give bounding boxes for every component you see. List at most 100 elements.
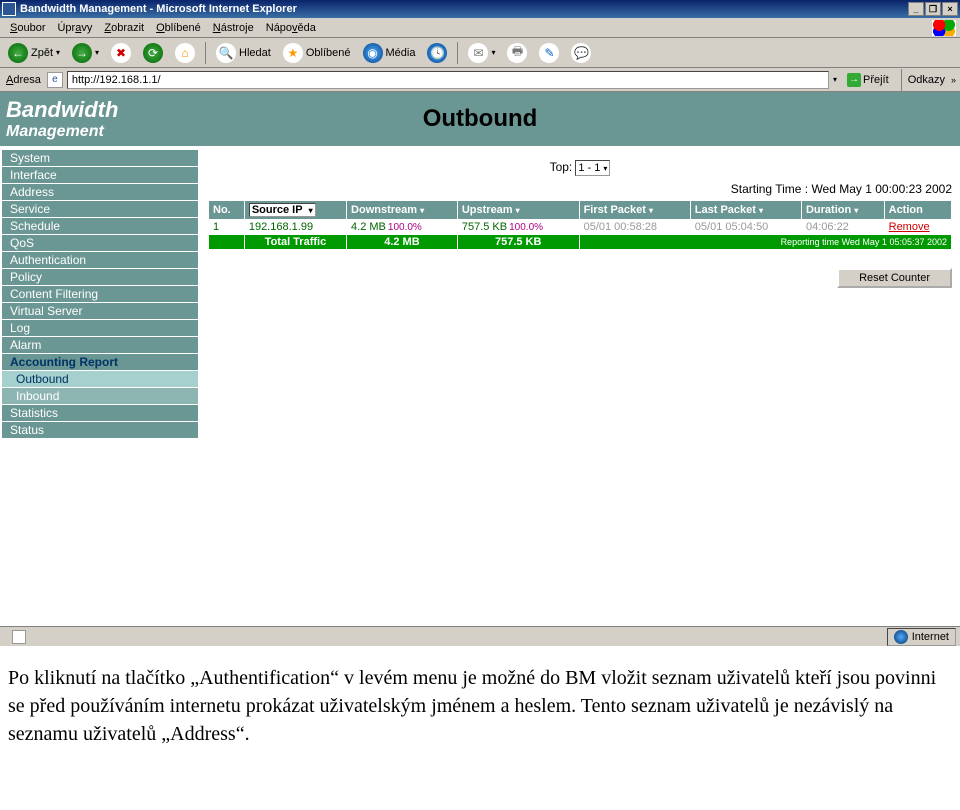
sidebar-item-system[interactable]: System [2,150,198,166]
top-row: Top: 1 - 1 ▾ [208,154,952,180]
close-button[interactable]: × [942,2,958,16]
status-zone: Internet [887,628,956,646]
chevron-down-icon[interactable]: ▾ [833,75,837,84]
sidebar-item-log[interactable]: Log [2,320,198,336]
page-icon [12,630,26,644]
go-button[interactable]: → Přejít [841,71,895,89]
refresh-button[interactable]: ⟳ [139,41,167,65]
restore-button[interactable]: ❐ [925,2,941,16]
page-icon: e [47,72,63,88]
menu-napoveda[interactable]: Nápověda [260,20,322,36]
forward-button[interactable]: → ▾ [68,41,103,65]
window-title: Bandwidth Management - Microsoft Interne… [20,3,297,15]
menu-oblibene[interactable]: Oblíbené [150,20,207,36]
cell-ip: 192.168.1.99 [245,220,346,234]
sidebar-item-status[interactable]: Status [2,422,198,438]
menu-nastroje[interactable]: Nástroje [207,20,260,36]
address-label: Adresa [4,74,43,86]
reporting-time: Reporting time Wed May 1 05:05:37 2002 [580,235,951,249]
total-down: 4.2 MB [347,235,457,249]
brand-line2: Management [6,123,200,141]
cell-first: 05/01 00:58:28 [580,220,690,234]
starting-time: Starting Time : Wed May 1 00:00:23 2002 [208,180,952,200]
col-action: Action [885,201,951,219]
print-icon: 🖶 [507,43,527,63]
status-bar: Internet [0,626,960,646]
sidebar-item-schedule[interactable]: Schedule [2,218,198,234]
links-expand-icon[interactable]: » [949,75,956,85]
zone-label: Internet [912,631,949,643]
sidebar-item-virtual-server[interactable]: Virtual Server [2,303,198,319]
sidebar-item-authentication[interactable]: Authentication [2,252,198,268]
stop-button[interactable]: ✖ [107,41,135,65]
edit-button[interactable]: ✎ [535,41,563,65]
sidebar-item-interface[interactable]: Interface [2,167,198,183]
col-source: Source IP ▾ [245,201,346,219]
chevron-down-icon: ▾ [56,48,60,57]
top-select[interactable]: 1 - 1 ▾ [575,160,610,176]
back-button[interactable]: ← Zpět ▾ [4,41,64,65]
stop-icon: ✖ [111,43,131,63]
content-area: Top: 1 - 1 ▾ Starting Time : Wed May 1 0… [200,146,960,626]
sidebar-item-content-filtering[interactable]: Content Filtering [2,286,198,302]
page-title: Outbound [200,105,760,133]
total-label: Total Traffic [245,235,346,249]
search-button[interactable]: 🔍 Hledat [212,41,275,65]
minimize-button[interactable]: _ [908,2,924,16]
discuss-button[interactable]: 💬 [567,41,595,65]
home-button[interactable]: ⌂ [171,41,199,65]
sort-icon: ▾ [854,206,858,215]
sidebar-item-qos[interactable]: QoS [2,235,198,251]
col-first-packet[interactable]: First Packet ▾ [580,201,690,219]
back-icon: ← [8,43,28,63]
print-button[interactable]: 🖶 [503,41,531,65]
page-header: Bandwidth Management Outbound [0,92,960,146]
status-left [6,629,32,645]
menu-upravy[interactable]: Úpravy [51,20,98,36]
menu-zobrazit[interactable]: Zobrazit [98,20,150,36]
col-duration[interactable]: Duration ▾ [802,201,884,219]
col-upstream[interactable]: Upstream ▾ [458,201,579,219]
sidebar: System Interface Address Service Schedul… [0,146,200,626]
separator [205,42,206,64]
go-icon: → [847,73,861,87]
remove-link[interactable]: Remove [885,220,951,234]
mail-icon: ✉ [468,43,488,63]
search-label: Hledat [239,47,271,59]
media-label: Média [386,47,416,59]
sidebar-item-service[interactable]: Service [2,201,198,217]
chevron-down-icon: ▾ [309,206,313,215]
menu-bar: Soubor Úpravy Zobrazit Oblíbené Nástroje… [0,18,960,38]
links-label[interactable]: Odkazy [908,74,945,86]
col-downstream[interactable]: Downstream ▾ [347,201,457,219]
app-icon [2,2,16,16]
reset-counter-button[interactable]: Reset Counter [837,268,952,288]
col-last-packet[interactable]: Last Packet ▾ [691,201,801,219]
total-row: Total Traffic 4.2 MB 757.5 KB Reporting … [209,235,951,249]
sidebar-item-statistics[interactable]: Statistics [2,405,198,421]
media-icon: ◉ [363,43,383,63]
sidebar-item-alarm[interactable]: Alarm [2,337,198,353]
sidebar-item-outbound[interactable]: Outbound [2,371,198,387]
separator [901,69,902,91]
sidebar-item-inbound[interactable]: Inbound [2,388,198,404]
sort-icon: ▾ [759,206,763,215]
menu-soubor[interactable]: Soubor [4,20,51,36]
mail-button[interactable]: ✉ ▾ [464,41,499,65]
media-button[interactable]: ◉ Média [359,41,420,65]
cell-last: 05/01 05:04:50 [691,220,801,234]
favorites-button[interactable]: ★ Oblíbené [279,41,355,65]
source-select[interactable]: Source IP ▾ [249,203,316,217]
windows-flag-icon [932,20,956,36]
globe-icon [894,630,908,644]
sidebar-item-accounting-report[interactable]: Accounting Report [2,354,198,370]
sidebar-item-policy[interactable]: Policy [2,269,198,285]
url-input[interactable]: http://192.168.1.1/ [67,71,829,89]
history-button[interactable]: 🕓 [423,41,451,65]
window-titlebar: Bandwidth Management - Microsoft Interne… [0,0,960,18]
cell-down: 4.2 MB100.0% [347,220,457,234]
sidebar-item-address[interactable]: Address [2,184,198,200]
url-text: http://192.168.1.1/ [72,74,161,86]
separator [457,42,458,64]
chevron-down-icon: ▾ [603,164,607,173]
